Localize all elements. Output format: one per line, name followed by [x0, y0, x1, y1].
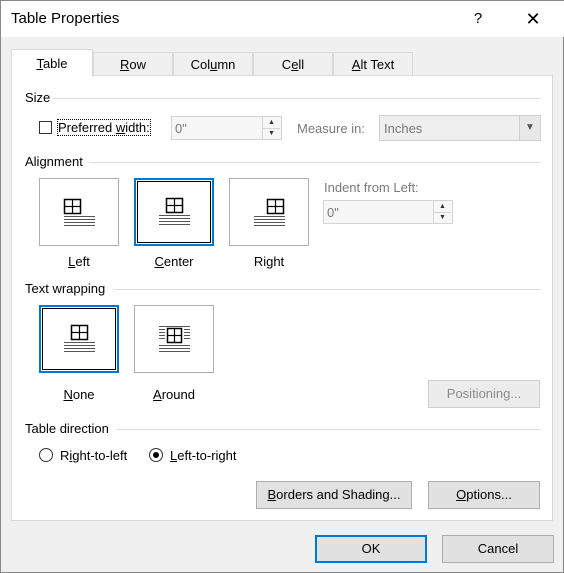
- wrap-none-option[interactable]: [39, 305, 119, 373]
- tab-row[interactable]: Row: [93, 52, 173, 76]
- wrap-none-icon: [64, 324, 95, 352]
- rtl-label-pre: R: [60, 448, 70, 463]
- measure-in-label: Measure in:: [297, 121, 365, 136]
- tab-row-label: ow: [129, 57, 146, 72]
- table-left-icon: [63, 198, 95, 226]
- options-mnemonic: O: [456, 487, 467, 502]
- dialog-title: Table Properties: [11, 10, 120, 27]
- tab-column-label: mn: [217, 57, 236, 72]
- title-bar: Table Properties ? ✕: [1, 1, 564, 37]
- preferred-width-arrows: ▲ ▼: [262, 117, 281, 139]
- indent-from-left-label: Indent from Left:: [324, 180, 419, 195]
- table-right-icon: [254, 198, 285, 226]
- tab-cell-label: ll: [298, 57, 305, 72]
- align-center-mnemonic: C: [154, 254, 164, 269]
- wrap-around-label-rest: round: [161, 387, 195, 402]
- text-wrapping-section-label: Text wrapping: [25, 281, 106, 296]
- right-to-left-label[interactable]: Right-to-left: [60, 448, 127, 463]
- tab-alt-text[interactable]: Alt Text: [333, 52, 413, 76]
- left-to-right-label[interactable]: Left-to-right: [170, 448, 236, 463]
- tab-column[interactable]: Column: [173, 52, 253, 76]
- table-direction-divider: [117, 429, 541, 430]
- tab-column-label-pre: Col: [190, 57, 211, 72]
- tab-cell-label-pre: C: [281, 57, 292, 72]
- wrap-around-mnemonic: A: [153, 387, 162, 402]
- size-section-label: Size: [25, 90, 51, 105]
- align-center-option[interactable]: [134, 178, 214, 246]
- rtl-label-rest: ght-to-left: [72, 448, 128, 463]
- spin-down-icon[interactable]: ▼: [263, 128, 280, 139]
- tab-cell[interactable]: Cell: [253, 52, 333, 76]
- size-divider: [53, 98, 541, 99]
- borders-label-rest: orders and Shading...: [276, 487, 401, 502]
- align-right-label: Right: [229, 254, 309, 269]
- indent-from-left-spinner[interactable]: 0" ▲ ▼: [323, 200, 453, 224]
- align-right-label-rest: ht: [273, 254, 285, 269]
- cancel-button[interactable]: Cancel: [442, 535, 554, 563]
- align-center-label: Center: [134, 254, 214, 269]
- wrap-none-mnemonic: N: [63, 387, 73, 402]
- left-to-right-radio[interactable]: [149, 448, 163, 462]
- indent-arrows: ▲ ▼: [433, 201, 452, 223]
- right-to-left-radio[interactable]: [39, 448, 53, 462]
- preferred-width-checkbox[interactable]: [39, 121, 52, 134]
- ltr-label-rest: eft-to-right: [177, 448, 237, 463]
- chevron-down-icon[interactable]: ▼: [519, 116, 540, 140]
- wrap-around-label: Around: [134, 387, 214, 402]
- preferred-width-label-pre: Preferred: [58, 120, 116, 135]
- tab-table[interactable]: Table: [11, 49, 93, 77]
- alignment-section-label: Alignment: [25, 154, 83, 169]
- table-properties-dialog: Table Properties ? ✕ Table Row Column Ce…: [0, 0, 564, 573]
- wrap-none-label-rest: one: [72, 387, 95, 402]
- preferred-width-label[interactable]: Preferred width:: [57, 119, 151, 136]
- measure-in-select[interactable]: Inches ▼: [379, 115, 541, 141]
- align-left-label: Left: [39, 254, 119, 269]
- measure-in-value: Inches: [384, 121, 423, 136]
- wrap-around-option[interactable]: [134, 305, 214, 373]
- align-center-label-rest: enter: [163, 254, 194, 269]
- tab-row-mnemonic: R: [119, 57, 130, 72]
- wrap-none-label: None: [39, 387, 119, 402]
- tab-alt-text-label: lt Text: [360, 57, 395, 72]
- borders-mnemonic: B: [267, 487, 277, 502]
- align-right-label-pre: Ri: [253, 254, 267, 269]
- close-button[interactable]: ✕: [513, 1, 553, 37]
- ok-button[interactable]: OK: [315, 535, 427, 563]
- wrap-around-icon: [159, 326, 190, 352]
- preferred-width-value: 0": [175, 121, 187, 136]
- table-direction-section-label: Table direction: [25, 421, 109, 436]
- options-button[interactable]: Options...: [428, 481, 540, 509]
- preferred-width-spinner[interactable]: 0" ▲ ▼: [171, 116, 282, 140]
- indent-from-left-value: 0": [327, 205, 339, 220]
- borders-and-shading-button[interactable]: Borders and Shading...: [256, 481, 412, 509]
- help-button[interactable]: ?: [463, 1, 493, 37]
- align-left-label-rest: eft: [75, 254, 90, 269]
- options-label-rest: ptions...: [466, 487, 512, 502]
- align-right-option[interactable]: [229, 178, 309, 246]
- positioning-button[interactable]: Positioning...: [428, 380, 540, 408]
- preferred-width-label-rest: idth:: [125, 120, 150, 135]
- spin-down-icon[interactable]: ▼: [434, 212, 451, 223]
- align-left-option[interactable]: [39, 178, 119, 246]
- preferred-width-mnemonic: w: [115, 120, 126, 135]
- alignment-divider: [89, 162, 541, 163]
- tab-table-label: able: [42, 56, 68, 71]
- table-center-icon: [159, 197, 190, 225]
- text-wrapping-divider: [113, 289, 541, 290]
